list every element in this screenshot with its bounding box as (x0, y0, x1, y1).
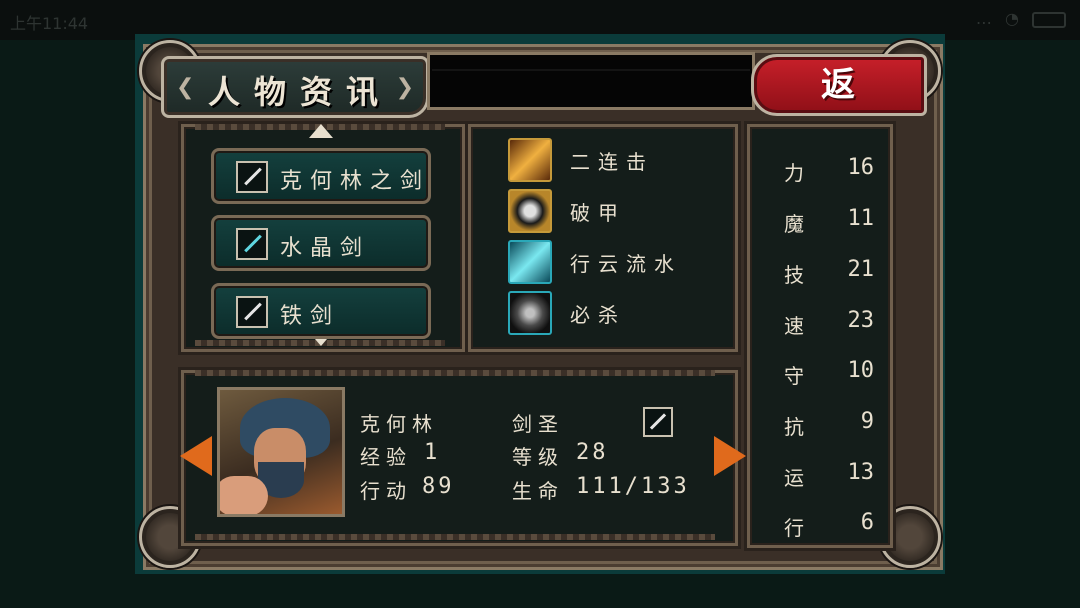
status-icons: … ◔ (976, 9, 1066, 28)
hp-label: 生命 (512, 479, 564, 503)
scroll-ornament-icon: ❮ (176, 75, 195, 100)
title-tab: ❮ 人物资讯 ❯ (161, 56, 429, 118)
wifi-icon: ◔ (1004, 9, 1023, 28)
skull-icon (508, 291, 552, 335)
stat-value: 21 (847, 257, 875, 282)
stat-value: 6 (860, 510, 874, 535)
next-character-arrow-icon[interactable] (714, 436, 746, 476)
stat-value: 16 (847, 155, 875, 180)
scroll-up-icon[interactable] (309, 124, 333, 138)
battery-icon (1032, 11, 1066, 28)
stat-label: 抗 (784, 415, 804, 439)
weapon-name: 克何林之剑 (280, 169, 431, 194)
stat-label: 魔 (784, 212, 804, 236)
weapon-name: 水晶剑 (280, 236, 371, 261)
move-value: 89 (422, 474, 455, 499)
skill-name: 破甲 (570, 201, 626, 225)
back-button[interactable]: 返 回 (751, 54, 927, 161)
crystal-sword-icon (236, 228, 268, 260)
level-label: 等级 (512, 445, 564, 469)
skill-name: 行云流水 (570, 252, 682, 276)
sword-icon (236, 161, 268, 193)
stat-row: 抗9 (778, 409, 874, 439)
stat-label: 技 (784, 263, 804, 287)
stat-value: 11 (847, 206, 875, 231)
character-portrait (217, 387, 345, 517)
move-label: 行动 (360, 479, 412, 503)
stat-row: 魔 11 (778, 206, 874, 236)
prev-character-arrow-icon[interactable] (180, 436, 212, 476)
weapon-item[interactable]: 水晶剑 (211, 215, 431, 271)
stat-value: 10 (847, 358, 875, 383)
stat-row: 守 10 (778, 358, 874, 388)
stat-label: 守 (784, 364, 804, 388)
skill-name: 必杀 (570, 303, 626, 327)
weapon-name: 铁剑 (280, 304, 341, 329)
vine-ornament-icon (195, 534, 715, 540)
page-title: 人物资讯 (208, 73, 393, 111)
weapon-item[interactable]: 铁剑 (211, 283, 431, 339)
iron-sword-icon (236, 296, 268, 328)
flowing-cloud-icon (508, 240, 552, 284)
armor-break-icon (508, 189, 552, 233)
scroll-ornament-icon: ❯ (395, 75, 414, 100)
stat-label: 速 (784, 314, 804, 338)
info-bar (427, 52, 755, 110)
stat-value: 23 (847, 308, 875, 333)
double-strike-icon (508, 138, 552, 182)
stat-label: 行 (784, 516, 804, 540)
stat-value: 9 (860, 409, 874, 434)
stat-label: 力 (784, 161, 804, 185)
character-name: 克何林 (360, 412, 438, 436)
level-value: 28 (576, 440, 609, 465)
character-class: 剑圣 (512, 412, 564, 436)
status-time: 上午11:44 (10, 14, 89, 33)
class-weapon-icon (643, 407, 673, 437)
stat-row: 运 13 (778, 460, 874, 490)
skill-name: 二连击 (570, 150, 654, 174)
stat-value: 13 (847, 460, 875, 485)
exp-value: 1 (424, 440, 441, 465)
stat-row: 行6 (778, 510, 874, 540)
weapon-item[interactable]: 克何林之剑 (211, 148, 431, 204)
stat-row: 力 16 (778, 155, 874, 185)
stat-label: 运 (784, 466, 804, 490)
hp-value: 111/133 (576, 474, 690, 499)
exp-label: 经验 (360, 445, 412, 469)
stat-row: 速 23 (778, 308, 874, 338)
signal-icon: … (975, 9, 996, 28)
stat-row: 技 21 (778, 257, 874, 287)
vine-ornament-icon (195, 370, 715, 376)
